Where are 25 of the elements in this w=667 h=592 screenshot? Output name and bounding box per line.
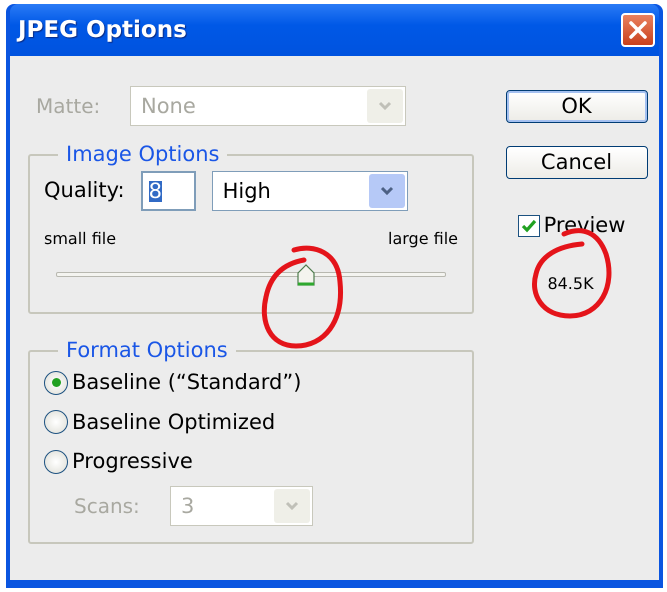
- group-title: Image Options: [65, 142, 220, 168]
- quality-field[interactable]: 8: [140, 171, 196, 212]
- scans-label: Scans:: [74, 492, 141, 520]
- slider-thumb[interactable]: [296, 263, 316, 288]
- radio-label: Baseline Optimized: [72, 408, 276, 436]
- quality-label: Quality:: [44, 177, 125, 204]
- quality-value: 8: [148, 180, 162, 202]
- slider-max-label: large file: [388, 228, 458, 250]
- radio-button[interactable]: [44, 410, 68, 434]
- radio-button[interactable]: [44, 450, 68, 474]
- slider-min-label: small file: [44, 228, 116, 250]
- radio-button[interactable]: [44, 370, 68, 395]
- preview-checkbox[interactable]: [518, 214, 540, 237]
- file-size-text: 84.5K: [547, 272, 594, 294]
- dialog-button[interactable]: Cancel: [506, 146, 648, 179]
- checkmark-icon: [520, 218, 537, 233]
- window-title: JPEG Options: [18, 16, 187, 45]
- matte-label: Matte:: [36, 93, 102, 120]
- quality-dropdown[interactable]: High: [212, 171, 408, 212]
- dialog-button[interactable]: OK: [506, 90, 648, 123]
- group-title: Format Options: [65, 338, 229, 364]
- close-button[interactable]: [621, 13, 655, 47]
- close-icon: [627, 19, 649, 41]
- radio-label: Progressive: [72, 448, 193, 476]
- radio-label: Baseline (“Standard”): [72, 369, 302, 396]
